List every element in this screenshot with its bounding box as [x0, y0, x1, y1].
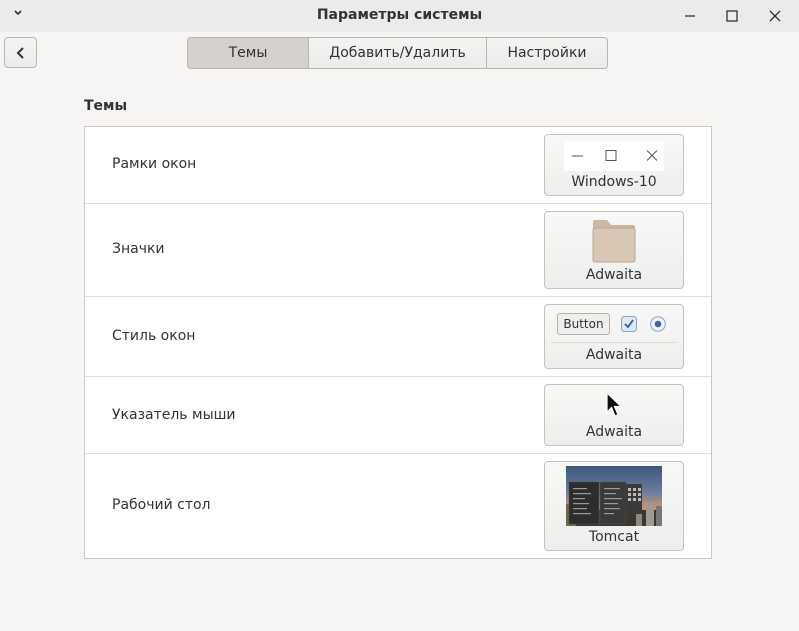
desktop-theme-thumbnail: [566, 466, 662, 526]
list-item: Рамки окон Windows-10: [85, 127, 711, 204]
themes-list: Рамки окон Windows-10 Значки Adwaita Сти…: [84, 126, 712, 559]
tab-themes[interactable]: Темы: [187, 37, 309, 69]
close-button[interactable]: [765, 6, 785, 26]
row-label: Рабочий стол: [112, 497, 211, 513]
window-style-value: Adwaita: [585, 347, 643, 363]
chevron-left-icon: [16, 46, 24, 59]
tab-bar: Темы Добавить/Удалить Настройки: [187, 37, 608, 69]
tab-add-remove[interactable]: Добавить/Удалить: [309, 37, 487, 69]
desktop-chooser-button[interactable]: Tomcat: [544, 461, 684, 551]
titlebar: Параметры системы: [0, 0, 799, 32]
window-style-chooser-button[interactable]: Button Adwaita: [544, 304, 684, 369]
list-item: Значки Adwaita: [85, 204, 711, 297]
row-label: Указатель мыши: [112, 407, 236, 423]
window-borders-value: Windows-10: [571, 174, 657, 190]
back-button[interactable]: [4, 37, 37, 68]
icons-chooser-button[interactable]: Adwaita: [544, 211, 684, 289]
tab-settings[interactable]: Настройки: [487, 37, 608, 69]
row-label: Значки: [112, 241, 165, 257]
folder-icon: [592, 220, 636, 263]
minimize-icon: [685, 15, 695, 17]
mouse-pointer-chooser-button[interactable]: Adwaita: [544, 384, 684, 446]
window-controls-preview: [564, 141, 664, 171]
row-label: Стиль окон: [112, 328, 196, 344]
mouse-pointer-value: Adwaita: [585, 424, 643, 440]
mouse-pointer-icon: [606, 392, 623, 417]
close-icon: [769, 10, 781, 22]
maximize-button[interactable]: [722, 6, 742, 26]
desktop-value: Tomcat: [588, 529, 640, 545]
checkbox-checked-icon: [621, 316, 637, 332]
maximize-icon: [726, 10, 738, 22]
list-item: Стиль окон Button Adwaita: [85, 297, 711, 377]
list-item: Рабочий стол Tomcat: [85, 454, 711, 558]
icons-value: Adwaita: [585, 267, 643, 283]
radio-selected-icon: [650, 316, 666, 332]
list-item: Указатель мыши Adwaita: [85, 377, 711, 454]
section-title: Темы: [84, 98, 128, 114]
sample-button: Button: [557, 313, 610, 335]
gtk-widgets-preview: Button: [551, 310, 677, 343]
window-borders-chooser-button[interactable]: Windows-10: [544, 134, 684, 196]
minimize-button[interactable]: [680, 6, 700, 26]
row-label: Рамки окон: [112, 156, 197, 172]
